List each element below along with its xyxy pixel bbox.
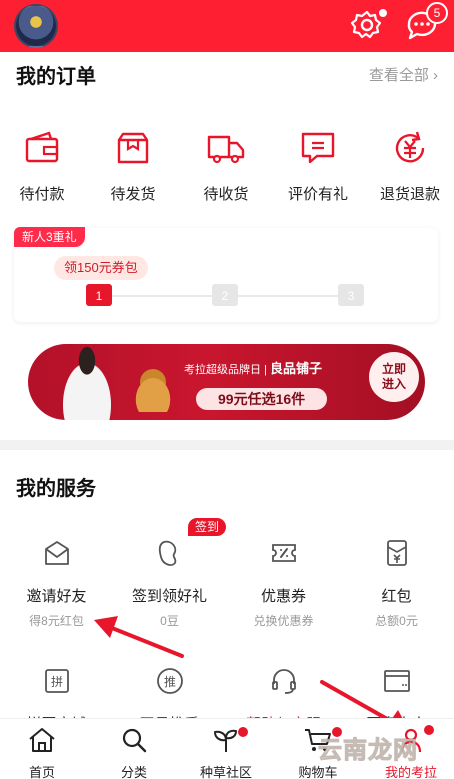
order-pending-shipment[interactable]: 待发货 (88, 128, 178, 204)
nav-category[interactable]: 分类 (89, 725, 179, 779)
nav-home[interactable]: 首页 (0, 725, 87, 779)
refund-icon (395, 131, 425, 163)
snack-plate-image (123, 362, 183, 412)
spokesperson-image (52, 344, 122, 420)
banner-deal-text: 99元任选16件 (196, 388, 328, 410)
service-coupons[interactable]: 优惠券 兑换优惠券 (227, 538, 340, 629)
newcomer-gift-card[interactable]: 新人3重礼 领150元券包 1 2 3 (14, 227, 438, 322)
home-icon (29, 728, 55, 752)
brand-day-banner[interactable]: 考拉超级品牌日 | 良品铺子 99元任选16件 立即 进入 (28, 344, 425, 420)
sprout-icon (214, 729, 237, 752)
banner-brand-line: 考拉超级品牌日 | 良品铺子 (184, 361, 322, 376)
invite-mail-icon (44, 541, 69, 565)
promote-icon: 推 (156, 668, 183, 694)
profile-notification-dot (424, 725, 434, 735)
see-all-orders-link[interactable]: 查看全部 › (369, 64, 438, 85)
comment-icon (301, 132, 335, 164)
headset-icon (271, 669, 296, 694)
coupon-icon (271, 544, 296, 562)
signin-badge: 签到 (188, 518, 227, 536)
truck-icon (207, 135, 245, 164)
group-buy-icon: 拼 (44, 669, 69, 693)
gift-step-3: 3 (338, 284, 364, 306)
profile-header: 5 (0, 0, 454, 52)
message-count-badge: 5 (426, 2, 448, 24)
newcomer-tag: 新人3重礼 (14, 227, 85, 247)
orders-section: 我的订单 查看全部 › 待付款 待发货 待收货 评价有礼 退货退款 新人3重礼 … (0, 52, 454, 440)
services-title: 我的服务 (16, 478, 96, 500)
order-review[interactable]: 评价有礼 (273, 128, 363, 204)
nav-community[interactable]: 种草社区 (181, 725, 271, 779)
coupon-pack-pill: 领150元券包 (54, 256, 148, 280)
settings-notification-dot (377, 7, 389, 19)
enter-now-button[interactable]: 立即 进入 (369, 352, 419, 402)
bean-icon (158, 540, 176, 566)
order-refund[interactable]: 退货退款 (365, 128, 454, 204)
gift-step-1: 1 (86, 284, 112, 306)
community-notification-dot (238, 727, 248, 737)
orders-title: 我的订单 (16, 66, 96, 88)
wallet-icon (25, 131, 59, 163)
svg-text:推: 推 (163, 675, 175, 689)
order-pending-receipt[interactable]: 待收货 (181, 128, 271, 204)
gift-step-2: 2 (212, 284, 238, 306)
enter-now-label: 立即 进入 (381, 362, 406, 391)
service-red-envelope[interactable]: 红包 总额0元 (340, 538, 453, 629)
package-icon (117, 132, 149, 164)
svg-text:拼: 拼 (50, 675, 62, 689)
annotation-arrow-invite (94, 616, 184, 658)
order-pending-payment[interactable]: 待付款 (0, 128, 87, 204)
site-watermark: 云南龙网 (318, 736, 418, 765)
search-icon (122, 728, 147, 753)
red-envelope-icon (386, 540, 407, 566)
avatar[interactable] (14, 4, 58, 48)
